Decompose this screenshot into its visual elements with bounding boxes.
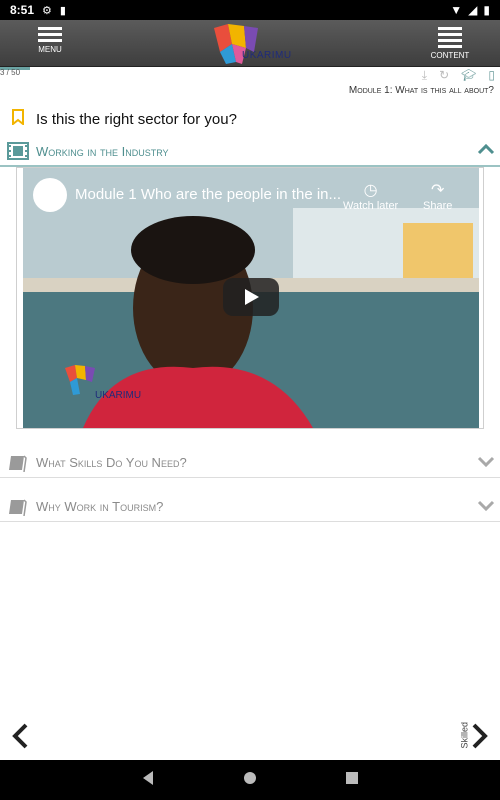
status-bar: 8:51 ⚙ ▮ ▼ ◢ ▮ [0, 0, 500, 20]
next-arrow-icon[interactable] [470, 722, 490, 757]
chevron-down-icon[interactable] [472, 454, 500, 472]
share-icon: ↷ [430, 182, 445, 199]
section-label: Why Work in Tourism? [36, 499, 164, 514]
section-label: What Skills Do You Need? [36, 455, 187, 470]
logo-text: UKARIMU [242, 50, 292, 61]
section-tourism[interactable]: Why Work in Tourism? [0, 492, 500, 522]
wifi-icon: ▼ [450, 3, 463, 17]
section-label: Working in the Industry [36, 143, 169, 159]
watch-later-label: Watch later [343, 200, 399, 212]
previous-arrow-icon[interactable] [10, 722, 30, 757]
graduation-cap-icon[interactable]: 🎓︎ [461, 68, 476, 83]
section-skills[interactable]: What Skills Do You Need? [0, 448, 500, 478]
share-button[interactable]: ↷ Share [423, 180, 452, 212]
progress-text: 3 / 50 [0, 68, 21, 77]
system-nav-bar [0, 760, 500, 800]
sd-card-icon: ▮ [59, 4, 66, 17]
video-title[interactable]: Module 1 Who are the people in the in... [75, 186, 341, 203]
film-icon [0, 142, 36, 160]
module-title: Module 1: What is this all about? [348, 85, 494, 96]
toolbar: ⤓ ↻ 🎓︎ ▯ [422, 68, 495, 83]
chevron-down-icon[interactable] [472, 498, 500, 516]
video-container: Module 1 Who are the people in the in...… [16, 167, 484, 429]
settings-icon: ⚙ [42, 4, 52, 17]
watermark-logo [65, 365, 95, 395]
back-icon[interactable] [141, 770, 155, 791]
watermark-text: UKARIMU [95, 390, 142, 401]
watch-later-button[interactable]: ◷ Watch later [343, 180, 398, 212]
book-icon [0, 454, 36, 472]
sync-icon[interactable]: ↻ [439, 68, 449, 83]
menu-label: MENU [38, 45, 62, 54]
recents-icon[interactable] [345, 771, 359, 790]
content-button[interactable]: CONTENT [420, 24, 480, 64]
question-row: Is this the right sector for you? [0, 107, 500, 131]
bookmark-icon[interactable] [0, 108, 36, 130]
content-list-icon [438, 27, 462, 48]
content-label: CONTENT [430, 51, 470, 60]
section-working-in-industry[interactable]: Working in the Industry [0, 137, 500, 167]
question-title: Is this the right sector for you? [36, 110, 237, 128]
signal-icon: ◢ [468, 3, 478, 17]
clock-icon: ◷ [363, 182, 378, 199]
download-icon[interactable]: ⤓ [422, 68, 427, 83]
hamburger-icon [38, 27, 62, 42]
phone-icon[interactable]: ▯ [488, 68, 495, 83]
level-label: Skilled [460, 722, 470, 749]
app-header: MENU UKARIMU CONTENT [0, 20, 500, 67]
video-player[interactable]: Module 1 Who are the people in the in...… [23, 168, 479, 428]
status-time: 8:51 [10, 3, 35, 17]
play-button[interactable] [223, 278, 279, 316]
menu-button[interactable]: MENU [20, 24, 80, 64]
chevron-up-icon[interactable] [472, 142, 500, 160]
channel-avatar[interactable] [33, 178, 67, 212]
home-icon[interactable] [243, 771, 257, 790]
battery-icon: ▮ [483, 3, 490, 17]
book-icon [0, 498, 36, 516]
share-label: Share [423, 200, 453, 212]
